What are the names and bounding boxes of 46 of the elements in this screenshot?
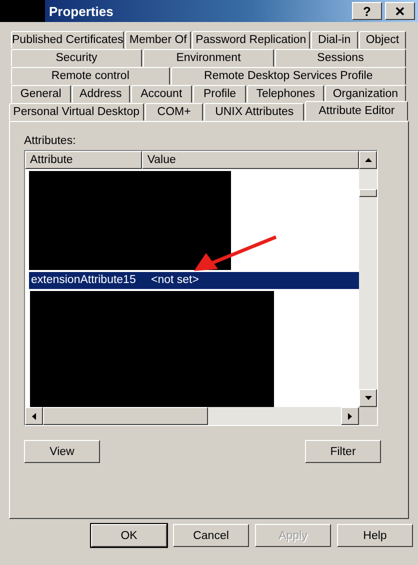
tab[interactable]: Attribute Editor [305, 101, 408, 121]
down-arrow-icon [364, 396, 372, 400]
tab[interactable]: Telephones [247, 85, 324, 103]
redaction-block [0, 0, 45, 22]
list-row[interactable]: extensionAttribute15 <not set> [29, 272, 359, 289]
tab[interactable]: Remote control [11, 67, 170, 85]
right-arrow-icon [348, 412, 352, 420]
list-action-button[interactable]: Filter [305, 440, 381, 463]
dialog-button[interactable]: Cancel [173, 524, 249, 547]
tab[interactable]: Object [358, 31, 406, 49]
window-title: Properties [49, 4, 114, 18]
dialog-button[interactable]: Help [337, 524, 413, 547]
scroll-down-button[interactable] [359, 389, 377, 407]
close-button[interactable]: ✕ [385, 2, 415, 20]
scroll-up-button[interactable] [359, 151, 377, 169]
up-arrow-icon [364, 158, 372, 162]
scroll-thumb[interactable] [359, 189, 377, 197]
left-arrow-icon [32, 412, 36, 420]
tab[interactable]: Environment [143, 49, 274, 67]
scroll-left-button[interactable] [25, 407, 43, 425]
tab[interactable]: General [11, 85, 71, 103]
scroll-right-button[interactable] [341, 407, 359, 425]
tab[interactable]: Member Of [125, 31, 191, 49]
column-header[interactable]: Attribute [25, 151, 142, 169]
tab[interactable]: Profile [193, 85, 246, 103]
dialog-button[interactable]: OK [91, 524, 167, 547]
tab[interactable]: UNIX Attributes [204, 103, 304, 121]
tab[interactable]: Sessions [275, 49, 406, 67]
attributes-label: Attributes: [24, 135, 77, 149]
help-button[interactable]: ? [352, 2, 382, 20]
attribute-name: extensionAttribute15 [30, 274, 137, 286]
tab[interactable]: Remote Desktop Services Profile [170, 67, 406, 85]
scrollbar-corner [359, 407, 377, 425]
tab[interactable]: COM+ [144, 103, 204, 121]
tab[interactable]: Security [11, 49, 142, 67]
tab[interactable]: Account [130, 85, 192, 103]
tab[interactable]: Personal Virtual Desktop [9, 103, 144, 121]
list-action-button[interactable]: View [24, 440, 100, 463]
scroll-thumb[interactable] [43, 407, 208, 425]
attribute-value: <not set> [151, 274, 199, 286]
tab[interactable]: Address [72, 85, 130, 103]
column-header[interactable]: Value [142, 151, 359, 169]
tab[interactable]: Password Replication [192, 31, 310, 49]
attribute-list[interactable]: Attribute Value extensionAttribute15 <not set> [24, 150, 378, 426]
tab[interactable]: Published Certificates [11, 31, 124, 49]
tab[interactable]: Dial-in [310, 31, 358, 49]
